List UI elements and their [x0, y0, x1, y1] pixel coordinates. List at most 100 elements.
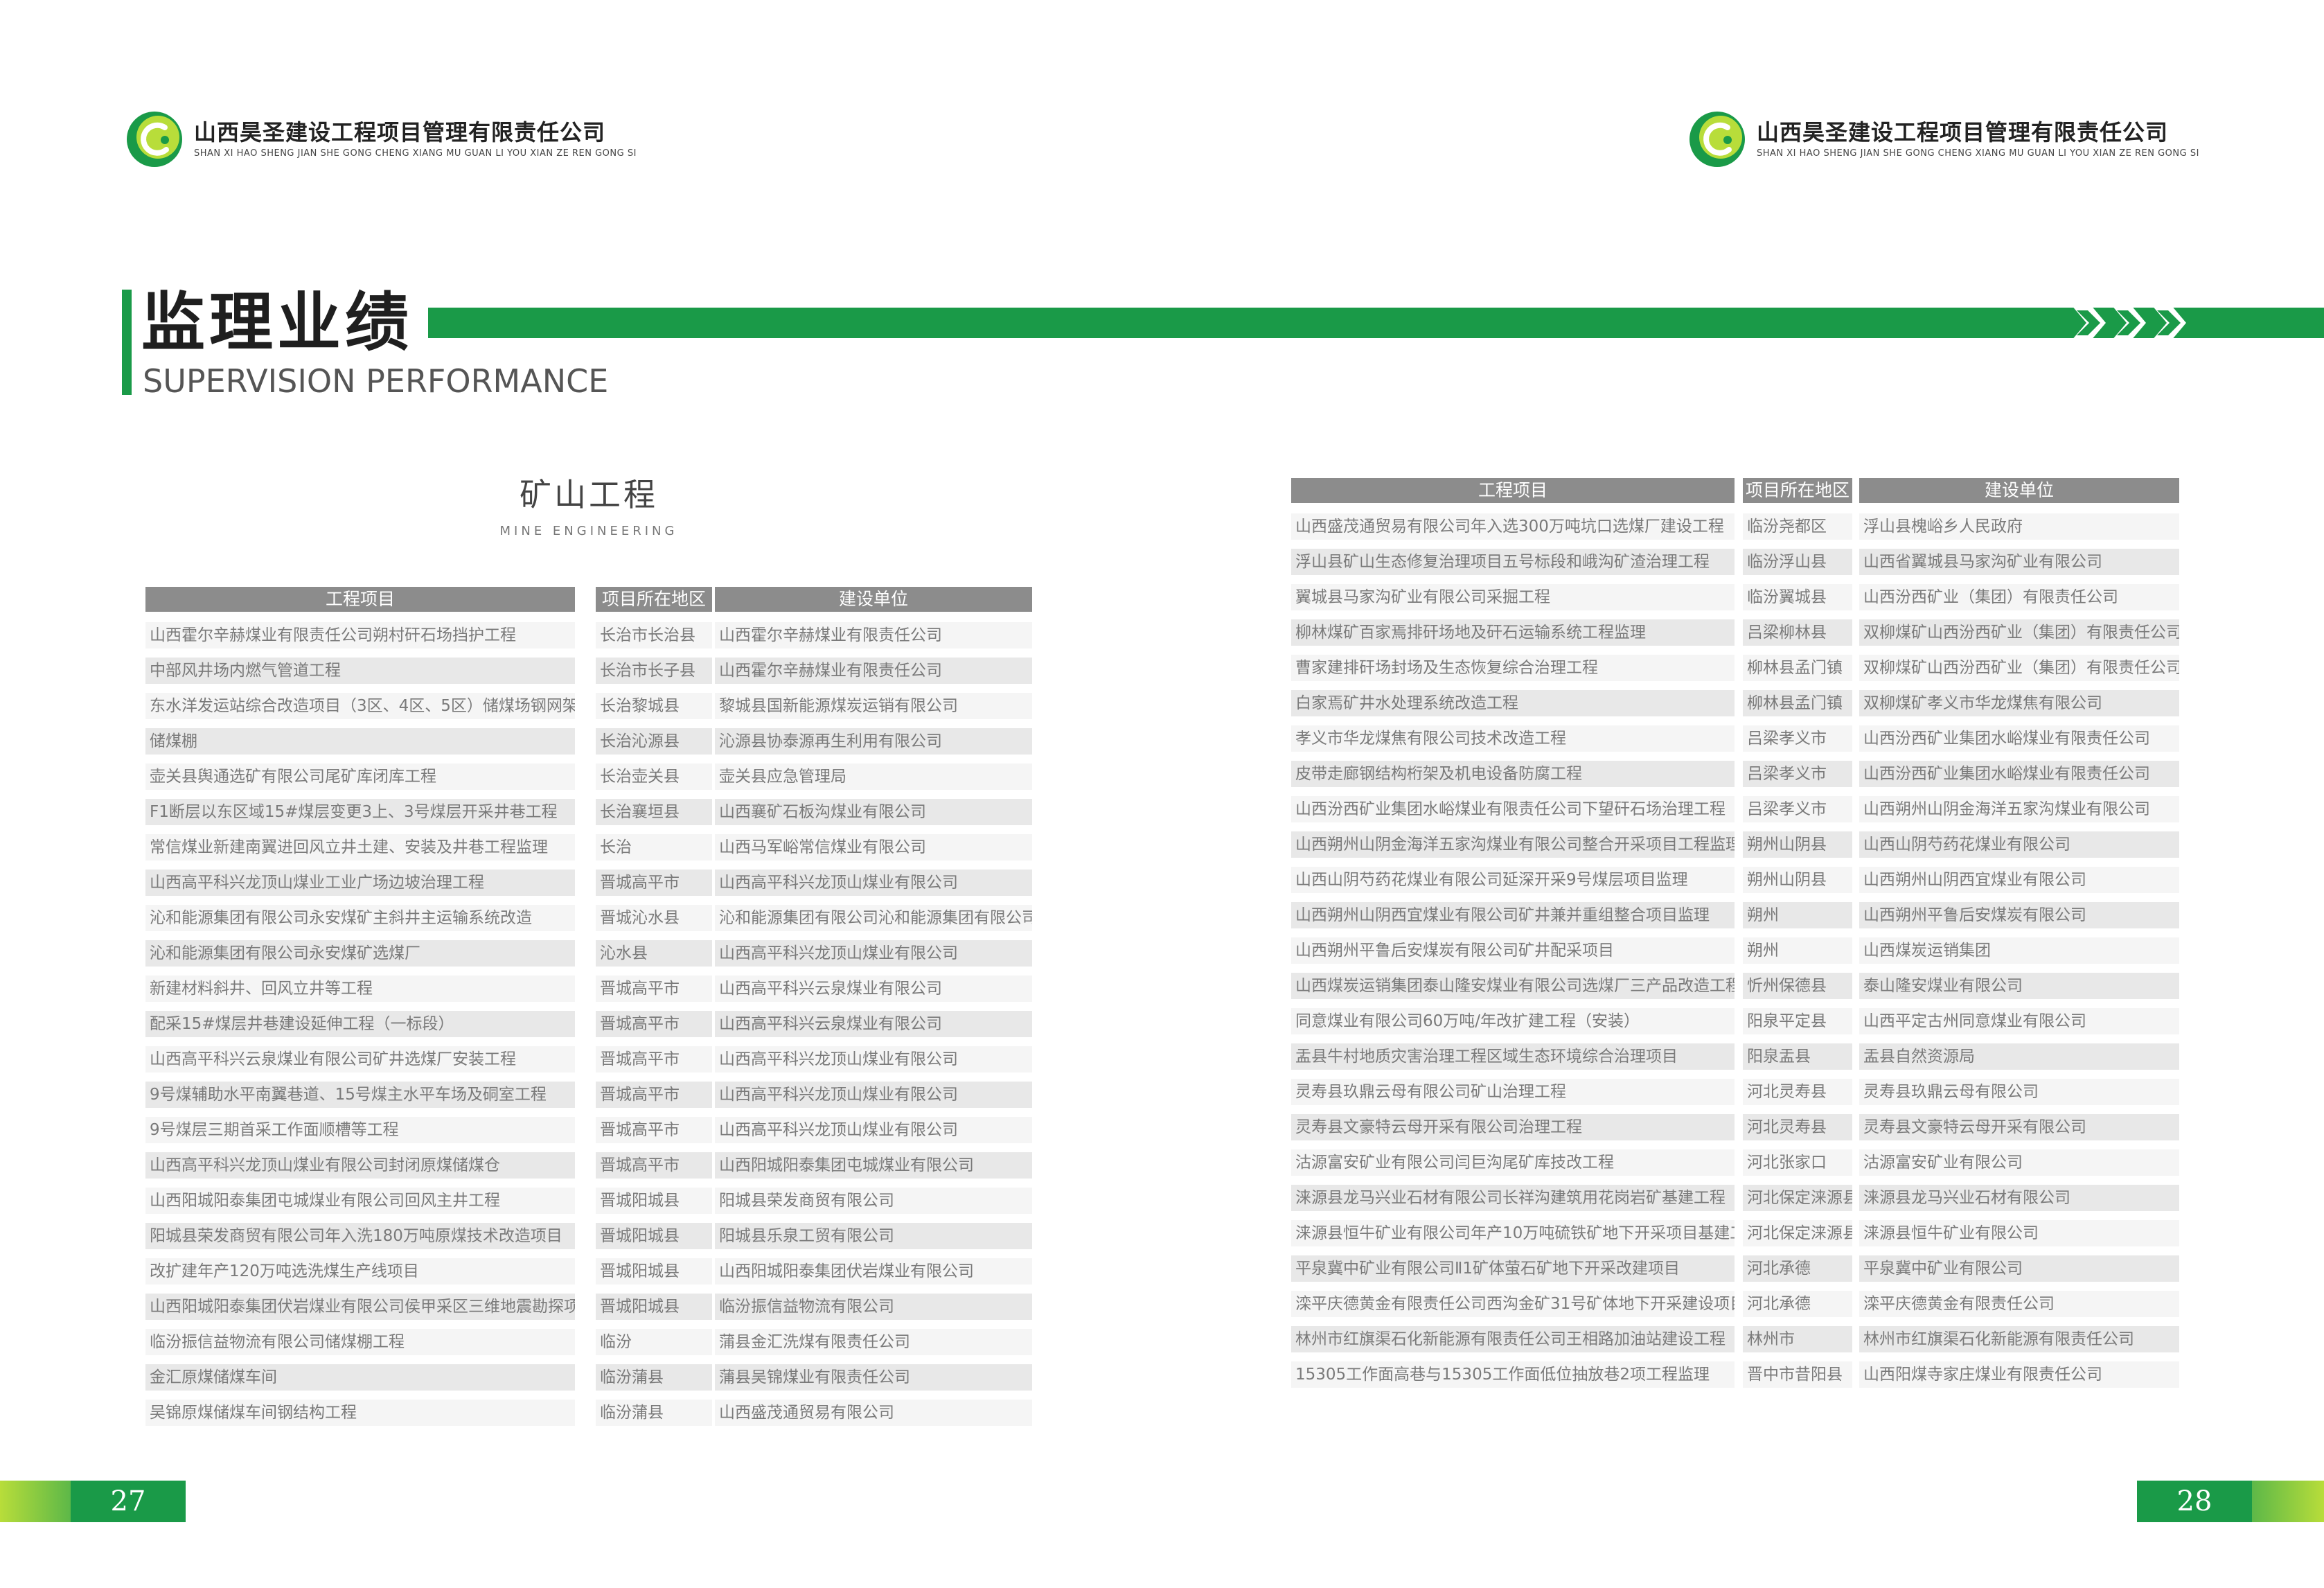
region-cell: 晋城阳城县: [596, 1223, 712, 1249]
region-cell: 吕梁孝义市: [1743, 761, 1852, 787]
subsection-subtitle: MINE ENGINEERING: [499, 524, 678, 538]
project-cell: 山西阳城阳泰集团伏岩煤业有限公司侯甲采区三维地震勘探项目: [145, 1294, 575, 1320]
section-title-cn: 监理业绩: [141, 285, 414, 360]
table-row: 东水洋发运站综合改造项目（3区、4区、5区）储煤场钢网架工程 长治黎城县 黎城县国新…: [145, 693, 1032, 728]
project-cell: 林州市红旗渠石化新能源有限责任公司王相路加油站建设工程: [1291, 1326, 1735, 1352]
client-cell: 山西汾西矿业集团水峪煤业有限责任公司: [1859, 725, 2179, 752]
project-cell: 山西霍尔辛赫煤业有限责任公司朔村矸石场挡护工程: [145, 622, 575, 649]
region-cell: 临汾浮山县: [1743, 549, 1852, 575]
client-cell: 蒲县金汇洗煤有限责任公司: [715, 1329, 1032, 1355]
company-name-en: SHAN XI HAO SHENG JIAN SHE GONG CHENG XI…: [1757, 148, 2199, 159]
header-project: 工程项目: [1291, 478, 1735, 503]
region-cell: 吕梁孝义市: [1743, 796, 1852, 822]
region-cell: 临汾: [596, 1329, 712, 1355]
region-cell: 河北保定涞源县: [1743, 1185, 1852, 1211]
table-row: 孝义市华龙煤焦有限公司技术改造工程 吕梁孝义市 山西汾西矿业集团水峪煤业有限责任公司: [1291, 725, 2179, 761]
region-cell: 临汾翼城县: [1743, 584, 1852, 610]
project-cell: 东水洋发运站综合改造项目（3区、4区、5区）储煤场钢网架工程: [145, 693, 575, 719]
client-cell: 涞源县恒牛矿业有限公司: [1859, 1220, 2179, 1246]
project-cell: 山西山阴芍药花煤业有限公司延深开采9号煤层项目监理: [1291, 867, 1735, 893]
client-cell: 沁源县协泰源再生利用有限公司: [715, 728, 1032, 755]
client-cell: 山西高平科兴龙顶山煤业有限公司: [715, 1046, 1032, 1073]
project-cell: 皮带走廊钢结构桁架及机电设备防腐工程: [1291, 761, 1735, 787]
table-row: 金汇原煤储煤车间 临汾蒲县 蒲县吴锦煤业有限责任公司: [145, 1364, 1032, 1400]
project-cell: 山西盛茂通贸易有限公司年入选300万吨坑口选煤厂建设工程: [1291, 513, 1735, 540]
region-cell: 晋城高平市: [596, 1082, 712, 1108]
table-header: 工程项目 项目所在地区 建设单位: [145, 587, 1032, 622]
client-cell: 山西霍尔辛赫煤业有限责任公司: [715, 622, 1032, 649]
title-accent-bar: [122, 290, 132, 395]
table-row: 山西高平科兴龙顶山煤业有限公司封闭原煤储煤仓 晋城高平市 山西阳城阳泰集团屯城煤业有…: [145, 1152, 1032, 1188]
project-cell: 滦平庆德黄金有限责任公司西沟金矿31号矿体地下开采建设项目: [1291, 1291, 1735, 1317]
client-cell: 山西朔州山阴西宜煤业有限公司: [1859, 867, 2179, 893]
region-cell: 临汾蒲县: [596, 1364, 712, 1391]
region-cell: 晋城阳城县: [596, 1258, 712, 1285]
project-cell: 临汾振信益物流有限公司储煤棚工程: [145, 1329, 575, 1355]
project-cell: 山西高平科兴龙顶山煤业有限公司封闭原煤储煤仓: [145, 1152, 575, 1179]
project-cell: 山西朔州山阴金海洋五家沟煤业有限公司整合开采项目工程监理: [1291, 831, 1735, 858]
table-row: 涞源县恒牛矿业有限公司年产10万吨硫铁矿地下开采项目基建工程 河北保定涞源县 涞源县…: [1291, 1220, 2179, 1255]
project-cell: 涞源县龙马兴业石材有限公司长祥沟建筑用花岗岩矿基建工程: [1291, 1185, 1735, 1211]
client-cell: 山西省翼城县马家沟矿业有限公司: [1859, 549, 2179, 575]
page-accent-bar: [2252, 1481, 2324, 1522]
project-cell: 浮山县矿山生态修复治理项目五号标段和峨沟矿渣治理工程: [1291, 549, 1735, 575]
client-cell: 林州市红旗渠石化新能源有限责任公司: [1859, 1326, 2179, 1352]
project-cell: 曹家建排矸场封场及生态恢复综合治理工程: [1291, 655, 1735, 681]
region-cell: 林州市: [1743, 1326, 1852, 1352]
company-brand-right: 山西昊圣建设工程项目管理有限责任公司 SHAN XI HAO SHENG JIA…: [1687, 109, 2199, 169]
table-row: 阳城县荣发商贸有限公司年入洗180万吨原煤技术改造项目 晋城阳城县 阳城县乐泉工贸有…: [145, 1223, 1032, 1258]
client-cell: 双柳煤矿山西汾西矿业（集团）有限责任公司: [1859, 655, 2179, 681]
region-cell: 吕梁孝义市: [1743, 725, 1852, 752]
table-row: 曹家建排矸场封场及生态恢复综合治理工程 柳林县孟门镇 双柳煤矿山西汾西矿业（集团）有…: [1291, 655, 2179, 690]
region-cell: 长治: [596, 834, 712, 861]
table-row: 浮山县矿山生态修复治理项目五号标段和峨沟矿渣治理工程 临汾浮山县 山西省翼城县马家沟…: [1291, 549, 2179, 584]
project-cell: 灵寿县文豪特云母开采有限公司治理工程: [1291, 1114, 1735, 1140]
page-accent-bar: [0, 1481, 71, 1522]
project-cell: 15305工作面高巷与15305工作面低位抽放巷2项工程监理: [1291, 1361, 1735, 1388]
project-cell: 柳林煤矿百家焉排矸场地及矸石运输系统工程监理: [1291, 619, 1735, 646]
table-row: 9号煤辅助水平南翼巷道、15号煤主水平车场及硐室工程 晋城高平市 山西高平科兴龙顶山…: [145, 1082, 1032, 1117]
project-cell: 储煤棚: [145, 728, 575, 755]
region-cell: 晋城高平市: [596, 976, 712, 1002]
region-cell: 晋城高平市: [596, 1011, 712, 1037]
company-name-cn: 山西昊圣建设工程项目管理有限责任公司: [1757, 119, 2169, 145]
client-cell: 壶关县应急管理局: [715, 764, 1032, 790]
project-cell: 配采15#煤层井巷建设延伸工程（一标段）: [145, 1011, 575, 1037]
region-cell: 阳泉平定县: [1743, 1008, 1852, 1034]
page-number-right: 28: [2137, 1481, 2324, 1522]
region-cell: 河北承德: [1743, 1291, 1852, 1317]
table-row: 沁和能源集团有限公司永安煤矿主斜井主运输系统改造 晋城沁水县 沁和能源集团有限公司沁…: [145, 905, 1032, 940]
client-cell: 滦平庆德黄金有限责任公司: [1859, 1291, 2179, 1317]
client-cell: 双柳煤矿山西汾西矿业（集团）有限责任公司: [1859, 619, 2179, 646]
client-cell: 山西汾西矿业（集团）有限责任公司: [1859, 584, 2179, 610]
table-row: 山西山阴芍药花煤业有限公司延深开采9号煤层项目监理 朔州山阴县 山西朔州山阴西宜煤业…: [1291, 867, 2179, 902]
table-row: 山西高平科兴云泉煤业有限公司矿井选煤厂安装工程 晋城高平市 山西高平科兴龙顶山煤业有…: [145, 1046, 1032, 1082]
client-cell: 山西汾西矿业集团水峪煤业有限责任公司: [1859, 761, 2179, 787]
region-cell: 长治沁源县: [596, 728, 712, 755]
table-row: 皮带走廊钢结构桁架及机电设备防腐工程 吕梁孝义市 山西汾西矿业集团水峪煤业有限责任公…: [1291, 761, 2179, 796]
region-cell: 朔州山阴县: [1743, 867, 1852, 893]
project-cell: 白家焉矿井水处理系统改造工程: [1291, 690, 1735, 716]
client-cell: 山西朔州平鲁后安煤炭有限公司: [1859, 902, 2179, 928]
client-cell: 山西煤炭运销集团: [1859, 937, 2179, 964]
region-cell: 晋城高平市: [596, 1152, 712, 1179]
client-cell: 黎城县国新能源煤炭运销有限公司: [715, 693, 1032, 719]
header-project: 工程项目: [145, 587, 575, 612]
project-cell: 沁和能源集团有限公司永安煤矿主斜井主运输系统改造: [145, 905, 575, 931]
client-cell: 阳城县乐泉工贸有限公司: [715, 1223, 1032, 1249]
company-logo-icon: [127, 112, 182, 167]
project-cell: 阳城县荣发商贸有限公司年入洗180万吨原煤技术改造项目: [145, 1223, 575, 1249]
left-project-table: 工程项目 项目所在地区 建设单位 山西霍尔辛赫煤业有限责任公司朔村矸石场挡护工程…: [145, 587, 1032, 1435]
table-row: 沽源富安矿业有限公司闫巨沟尾矿库技改工程 河北张家口 沽源富安矿业有限公司: [1291, 1149, 2179, 1185]
client-cell: 山西马军峪常信煤业有限公司: [715, 834, 1032, 861]
region-cell: 忻州保德县: [1743, 973, 1852, 999]
section-title-en: SUPERVISION PERFORMANCE: [143, 362, 609, 400]
table-row: 涞源县龙马兴业石材有限公司长祥沟建筑用花岗岩矿基建工程 河北保定涞源县 涞源县龙马兴…: [1291, 1185, 2179, 1220]
table-row: 储煤棚 长治沁源县 沁源县协泰源再生利用有限公司: [145, 728, 1032, 764]
project-cell: 山西朔州山阴西宜煤业有限公司矿井兼并重组整合项目监理: [1291, 902, 1735, 928]
table-row: 白家焉矿井水处理系统改造工程 柳林县孟门镇 双柳煤矿孝义市华龙煤焦有限公司: [1291, 690, 2179, 725]
project-cell: 沁和能源集团有限公司永安煤矿选煤厂: [145, 940, 575, 967]
client-cell: 平泉冀中矿业有限公司: [1859, 1255, 2179, 1282]
client-cell: 山西高平科兴云泉煤业有限公司: [715, 976, 1032, 1002]
project-cell: 孝义市华龙煤焦有限公司技术改造工程: [1291, 725, 1735, 752]
